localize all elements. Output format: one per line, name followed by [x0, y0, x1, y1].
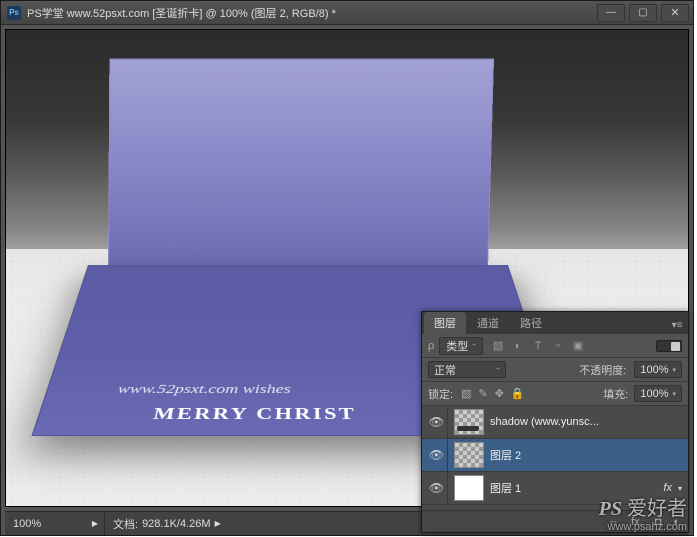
minimize-button[interactable]: —: [597, 4, 625, 22]
maximize-button[interactable]: ▢: [629, 4, 657, 22]
chevron-down-icon: ▾: [672, 390, 676, 398]
type-filter-icon[interactable]: T: [532, 340, 544, 352]
tab-channels[interactable]: 通道: [467, 312, 509, 334]
fill-label: 填充:: [603, 386, 628, 402]
layer-thumbnail[interactable]: [454, 475, 484, 501]
blend-opacity-row: 正常 ÷ 不透明度: 100% ▾: [422, 358, 688, 382]
lock-pixels-icon[interactable]: ✎: [478, 387, 487, 400]
layer-name-label[interactable]: 图层 1: [490, 480, 663, 496]
shape-filter-icon[interactable]: ▫: [552, 340, 564, 352]
chevron-right-icon: ▶: [92, 519, 98, 528]
layer-mask-icon[interactable]: ◘: [655, 516, 662, 528]
panel-menu-button[interactable]: ▾≡: [668, 316, 686, 334]
document-size[interactable]: 文档: 928.1K/4.26M ▶: [105, 516, 227, 532]
lock-all-icon[interactable]: 🔒: [511, 387, 525, 400]
lock-fill-row: 锁定: ▧ ✎ ✥ 🔒 填充: 100% ▾: [422, 382, 688, 406]
layer-name-label[interactable]: 图层 2: [490, 447, 688, 463]
layer-thumbnail[interactable]: [454, 442, 484, 468]
visibility-toggle[interactable]: 👁: [426, 472, 448, 504]
layer-thumbnail[interactable]: [454, 409, 484, 435]
chevron-down-icon: ÷: [472, 342, 476, 349]
search-icon: ρ: [428, 340, 434, 352]
layer-row[interactable]: 👁 图层 2: [422, 439, 688, 472]
chevron-down-icon: ▾: [672, 366, 676, 374]
pixel-filter-icon[interactable]: ▨: [492, 340, 504, 352]
doc-size-value: 928.1K/4.26M: [142, 518, 211, 530]
layers-panel[interactable]: 图层 通道 路径 ▾≡ ρ 类型 ÷ ▨ ◐ T ▫ ▣ 正常 ÷: [421, 311, 689, 533]
opacity-input[interactable]: 100% ▾: [634, 361, 682, 378]
photoshop-window: Ps PS学堂 www.52psxt.com [圣诞折卡] @ 100% (图层…: [0, 0, 694, 536]
link-layers-icon[interactable]: ⇔: [608, 516, 619, 528]
adjustment-layer-icon[interactable]: ◐: [673, 516, 680, 528]
tab-layers[interactable]: 图层: [424, 312, 466, 334]
card-script-text: www.52psxt.com wishes: [116, 383, 291, 398]
layer-row[interactable]: 👁 图层 1 fx ▾: [422, 472, 688, 505]
chevron-right-icon: ▶: [215, 519, 221, 528]
zoom-level[interactable]: 100% ▶: [5, 512, 105, 535]
window-title: PS学堂 www.52psxt.com [圣诞折卡] @ 100% (图层 2,…: [27, 5, 593, 21]
card-top-panel: [108, 59, 494, 270]
panel-tabbar: 图层 通道 路径 ▾≡: [422, 312, 688, 334]
adjustment-filter-icon[interactable]: ◐: [512, 340, 524, 352]
close-button[interactable]: ✕: [661, 4, 689, 22]
visibility-toggle[interactable]: 👁: [426, 439, 448, 471]
layer-list: 👁 shadow (www.yunsc... 👁 图层 2 👁 图层 1 fx …: [422, 406, 688, 510]
window-controls: — ▢ ✕: [593, 4, 689, 22]
chevron-down-icon[interactable]: ▾: [678, 484, 682, 493]
filter-icons: ▨ ◐ T ▫ ▣: [492, 340, 584, 352]
titlebar[interactable]: Ps PS学堂 www.52psxt.com [圣诞折卡] @ 100% (图层…: [1, 1, 693, 25]
fill-input[interactable]: 100% ▾: [634, 385, 682, 402]
chevron-down-icon: ÷: [496, 366, 500, 373]
opacity-label: 不透明度:: [579, 362, 626, 378]
blend-mode-dropdown[interactable]: 正常 ÷: [428, 361, 506, 378]
layers-footer: ⇔ fx. ◘ ◐: [422, 510, 688, 532]
card-merry-text: MERRY CHRIST: [152, 404, 357, 423]
fx-badge[interactable]: fx: [663, 482, 672, 494]
visibility-toggle[interactable]: 👁: [426, 406, 448, 438]
layer-style-icon[interactable]: fx.: [631, 516, 643, 528]
layer-name-label[interactable]: shadow (www.yunsc...: [490, 416, 688, 428]
filter-toggle[interactable]: [656, 340, 682, 352]
lock-label: 锁定:: [428, 386, 453, 402]
lock-position-icon[interactable]: ✥: [495, 387, 504, 400]
doc-label: 文档:: [113, 516, 138, 532]
filter-kind-dropdown[interactable]: 类型 ÷: [439, 337, 483, 355]
layer-filter-row: ρ 类型 ÷ ▨ ◐ T ▫ ▣: [422, 334, 688, 358]
smart-filter-icon[interactable]: ▣: [572, 340, 584, 352]
layer-row[interactable]: 👁 shadow (www.yunsc...: [422, 406, 688, 439]
app-icon: Ps: [7, 6, 21, 20]
tab-paths[interactable]: 路径: [510, 312, 552, 334]
lock-transparency-icon[interactable]: ▧: [461, 387, 471, 400]
